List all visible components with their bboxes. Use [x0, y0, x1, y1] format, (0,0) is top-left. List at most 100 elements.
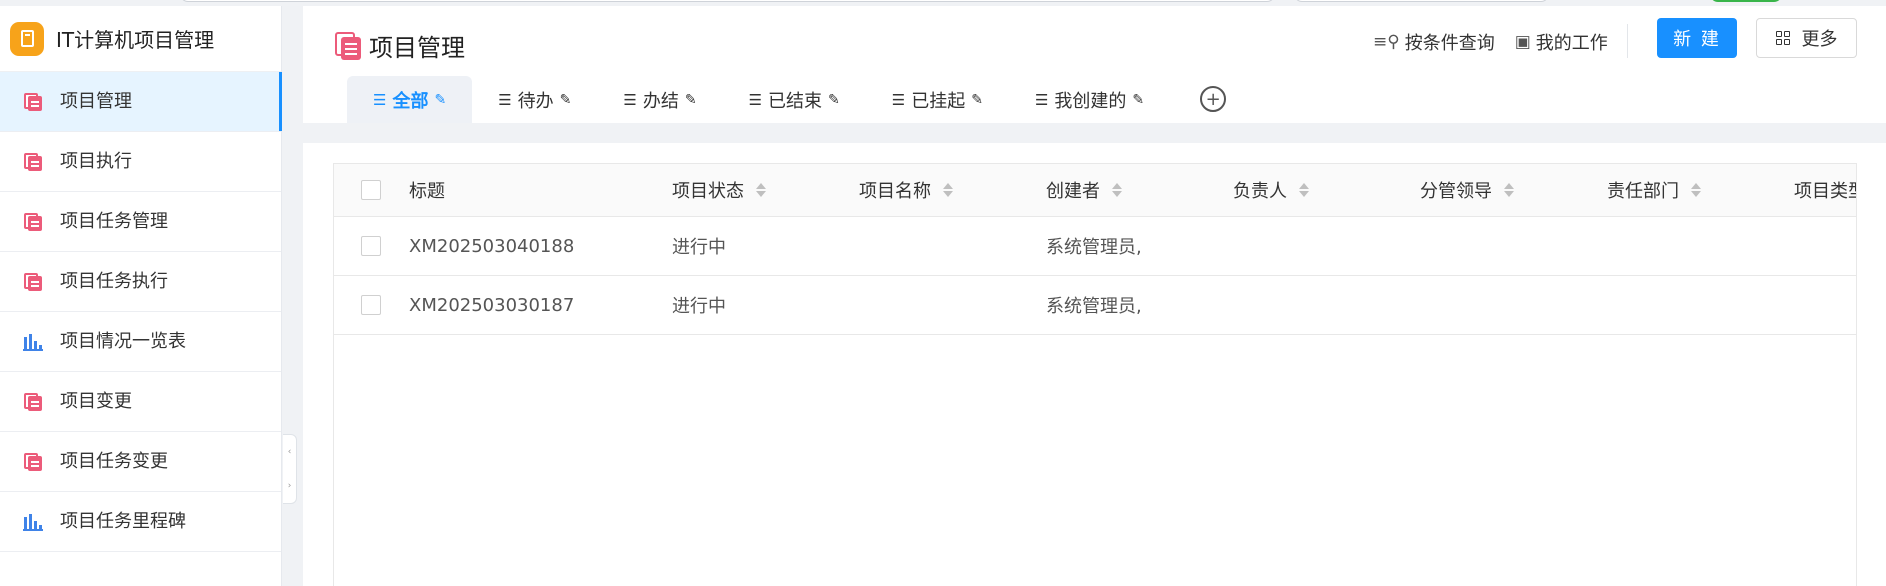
- book-icon: [22, 391, 44, 413]
- edit-icon[interactable]: ✎: [434, 92, 446, 108]
- column-header-type[interactable]: 项目类型: [1794, 164, 1856, 216]
- bar-chart-icon: [22, 331, 44, 353]
- tab-ended[interactable]: ☰ 已结束 ✎: [723, 76, 866, 123]
- sidebar: IT计算机项目管理 项目管理 项目执行 项目任务管理 项目任务执行 项目情况一览…: [0, 6, 282, 586]
- row-checkbox[interactable]: [361, 217, 381, 275]
- sidebar-collapse-handle[interactable]: ‹ ›: [283, 434, 297, 504]
- book-icon: [22, 151, 44, 173]
- sidebar-item-label: 项目执行: [60, 150, 132, 172]
- tab-todo[interactable]: ☰ 待办 ✎: [472, 76, 597, 123]
- row-checkbox[interactable]: [361, 276, 381, 334]
- app-title: IT计算机项目管理: [56, 28, 215, 52]
- tab-created-by-me[interactable]: ☰ 我创建的 ✎: [1009, 76, 1170, 123]
- content-panel: 标题 项目状态 项目名称 创建者 负责人 分管领导 责任部门 项目类型 XM20…: [303, 143, 1886, 586]
- chevron-left-icon: ‹: [287, 447, 292, 457]
- row-title-link[interactable]: XM202503040188: [409, 217, 574, 275]
- my-work-link[interactable]: ▣ 我的工作: [1515, 29, 1608, 55]
- sidebar-item-label: 项目任务变更: [60, 450, 168, 472]
- sidebar-item-label: 项目变更: [60, 390, 132, 412]
- top-green-button[interactable]: [1710, 0, 1782, 2]
- monitor-chart-icon: ▣: [1514, 32, 1531, 52]
- sidebar-item-label: 项目任务里程碑: [60, 510, 186, 532]
- add-tab-icon[interactable]: +: [1200, 86, 1227, 112]
- column-header-leader[interactable]: 分管领导: [1420, 164, 1514, 216]
- top-search-box[interactable]: [180, 0, 1275, 2]
- row-creator: 系统管理员,: [1046, 296, 1142, 317]
- sidebar-item-task-change[interactable]: 项目任务变更: [0, 432, 281, 492]
- edit-icon[interactable]: ✎: [560, 92, 572, 108]
- sidebar-item-task-management[interactable]: 项目任务管理: [0, 192, 281, 252]
- list-icon: ☰: [498, 90, 512, 109]
- chevron-right-icon: ›: [287, 481, 292, 491]
- sort-icon[interactable]: [943, 183, 953, 197]
- tab-label: 已结束: [768, 90, 823, 112]
- book-icon: [22, 91, 44, 113]
- row-status: 进行中: [672, 296, 726, 317]
- new-button[interactable]: 新 建: [1657, 18, 1737, 58]
- search-list-icon: ≡⚲: [1373, 32, 1400, 52]
- bar-chart-icon: [22, 511, 44, 533]
- query-link[interactable]: ≡⚲ 按条件查询: [1373, 29, 1495, 55]
- list-icon: ☰: [373, 90, 387, 109]
- query-label: 按条件查询: [1404, 33, 1495, 54]
- table-row[interactable]: XM202503030187 进行中 系统管理员,: [334, 276, 1856, 335]
- sidebar-item-project-overview[interactable]: 项目情况一览表: [0, 312, 281, 372]
- tab-all[interactable]: ☰ 全部 ✎: [347, 76, 473, 123]
- sidebar-item-project-change[interactable]: 项目变更: [0, 372, 281, 432]
- tab-label: 待办: [517, 90, 554, 112]
- tab-label: 办结: [642, 90, 679, 112]
- sidebar-item-label: 项目管理: [60, 90, 132, 112]
- tab-label: 已挂起: [911, 90, 966, 112]
- select-all-checkbox[interactable]: [361, 164, 381, 216]
- book-icon: [22, 271, 44, 293]
- page-title-group: 项目管理: [335, 28, 465, 63]
- sidebar-item-project-execution[interactable]: 项目执行: [0, 132, 281, 192]
- sort-icon[interactable]: [1299, 183, 1309, 197]
- list-icon: ☰: [748, 90, 763, 109]
- sidebar-item-task-milestone[interactable]: 项目任务里程碑: [0, 492, 281, 552]
- edit-icon[interactable]: ✎: [685, 92, 697, 108]
- sort-icon[interactable]: [1691, 183, 1701, 197]
- more-label: 更多: [1801, 29, 1838, 50]
- row-title-link[interactable]: XM202503030187: [409, 276, 574, 334]
- app-logo-icon: [10, 21, 44, 56]
- my-work-label: 我的工作: [1535, 33, 1608, 54]
- list-icon: ☰: [623, 90, 637, 109]
- header-tools: ≡⚲ 按条件查询 ▣ 我的工作: [1373, 28, 1628, 56]
- edit-icon[interactable]: ✎: [971, 92, 983, 108]
- book-icon: [22, 451, 44, 473]
- page-title: 项目管理: [369, 34, 465, 62]
- column-header-name[interactable]: 项目名称: [859, 164, 953, 216]
- sort-icon[interactable]: [756, 183, 766, 197]
- column-header-status[interactable]: 项目状态: [672, 164, 766, 216]
- list-icon: ☰: [891, 90, 906, 109]
- sidebar-item-label: 项目情况一览表: [60, 330, 186, 352]
- filter-tabs: ☰ 全部 ✎ ☰ 待办 ✎ ☰ 办结 ✎ ☰ 已结束 ✎ ☰ 已挂起 ✎ ☰ 我…: [347, 76, 1227, 123]
- column-header-owner[interactable]: 负责人: [1233, 164, 1309, 216]
- column-header-department[interactable]: 责任部门: [1607, 164, 1701, 216]
- edit-icon[interactable]: ✎: [1132, 92, 1144, 108]
- column-header-title: 标题: [409, 181, 445, 202]
- edit-icon[interactable]: ✎: [828, 92, 840, 108]
- list-icon: ☰: [1034, 90, 1049, 109]
- book-icon: [22, 211, 44, 233]
- project-table: 标题 项目状态 项目名称 创建者 负责人 分管领导 责任部门 项目类型 XM20…: [333, 163, 1857, 586]
- sort-icon[interactable]: [1504, 183, 1514, 197]
- sidebar-item-project-management[interactable]: 项目管理: [0, 72, 282, 132]
- row-creator: 系统管理员,: [1046, 237, 1142, 258]
- page-header: 项目管理 ≡⚲ 按条件查询 ▣ 我的工作 新 建 更多 ☰ 全部 ✎ ☰ 待办 …: [303, 6, 1886, 123]
- top-secondary-box[interactable]: [1294, 0, 1549, 2]
- sort-icon[interactable]: [1112, 183, 1122, 197]
- tab-suspended[interactable]: ☰ 已挂起 ✎: [866, 76, 1009, 123]
- tab-label: 我创建的: [1054, 90, 1127, 112]
- app-brand: IT计算机项目管理: [0, 6, 281, 72]
- sidebar-item-task-execution[interactable]: 项目任务执行: [0, 252, 281, 312]
- tab-done[interactable]: ☰ 办结 ✎: [597, 76, 722, 123]
- table-row[interactable]: XM202503040188 进行中 系统管理员,: [334, 217, 1856, 276]
- book-icon: [335, 31, 361, 60]
- column-header-creator[interactable]: 创建者: [1046, 164, 1122, 216]
- more-button[interactable]: 更多: [1756, 18, 1857, 58]
- sidebar-item-label: 项目任务管理: [60, 210, 168, 232]
- tab-label: 全部: [392, 90, 429, 112]
- header-divider: [1627, 24, 1628, 58]
